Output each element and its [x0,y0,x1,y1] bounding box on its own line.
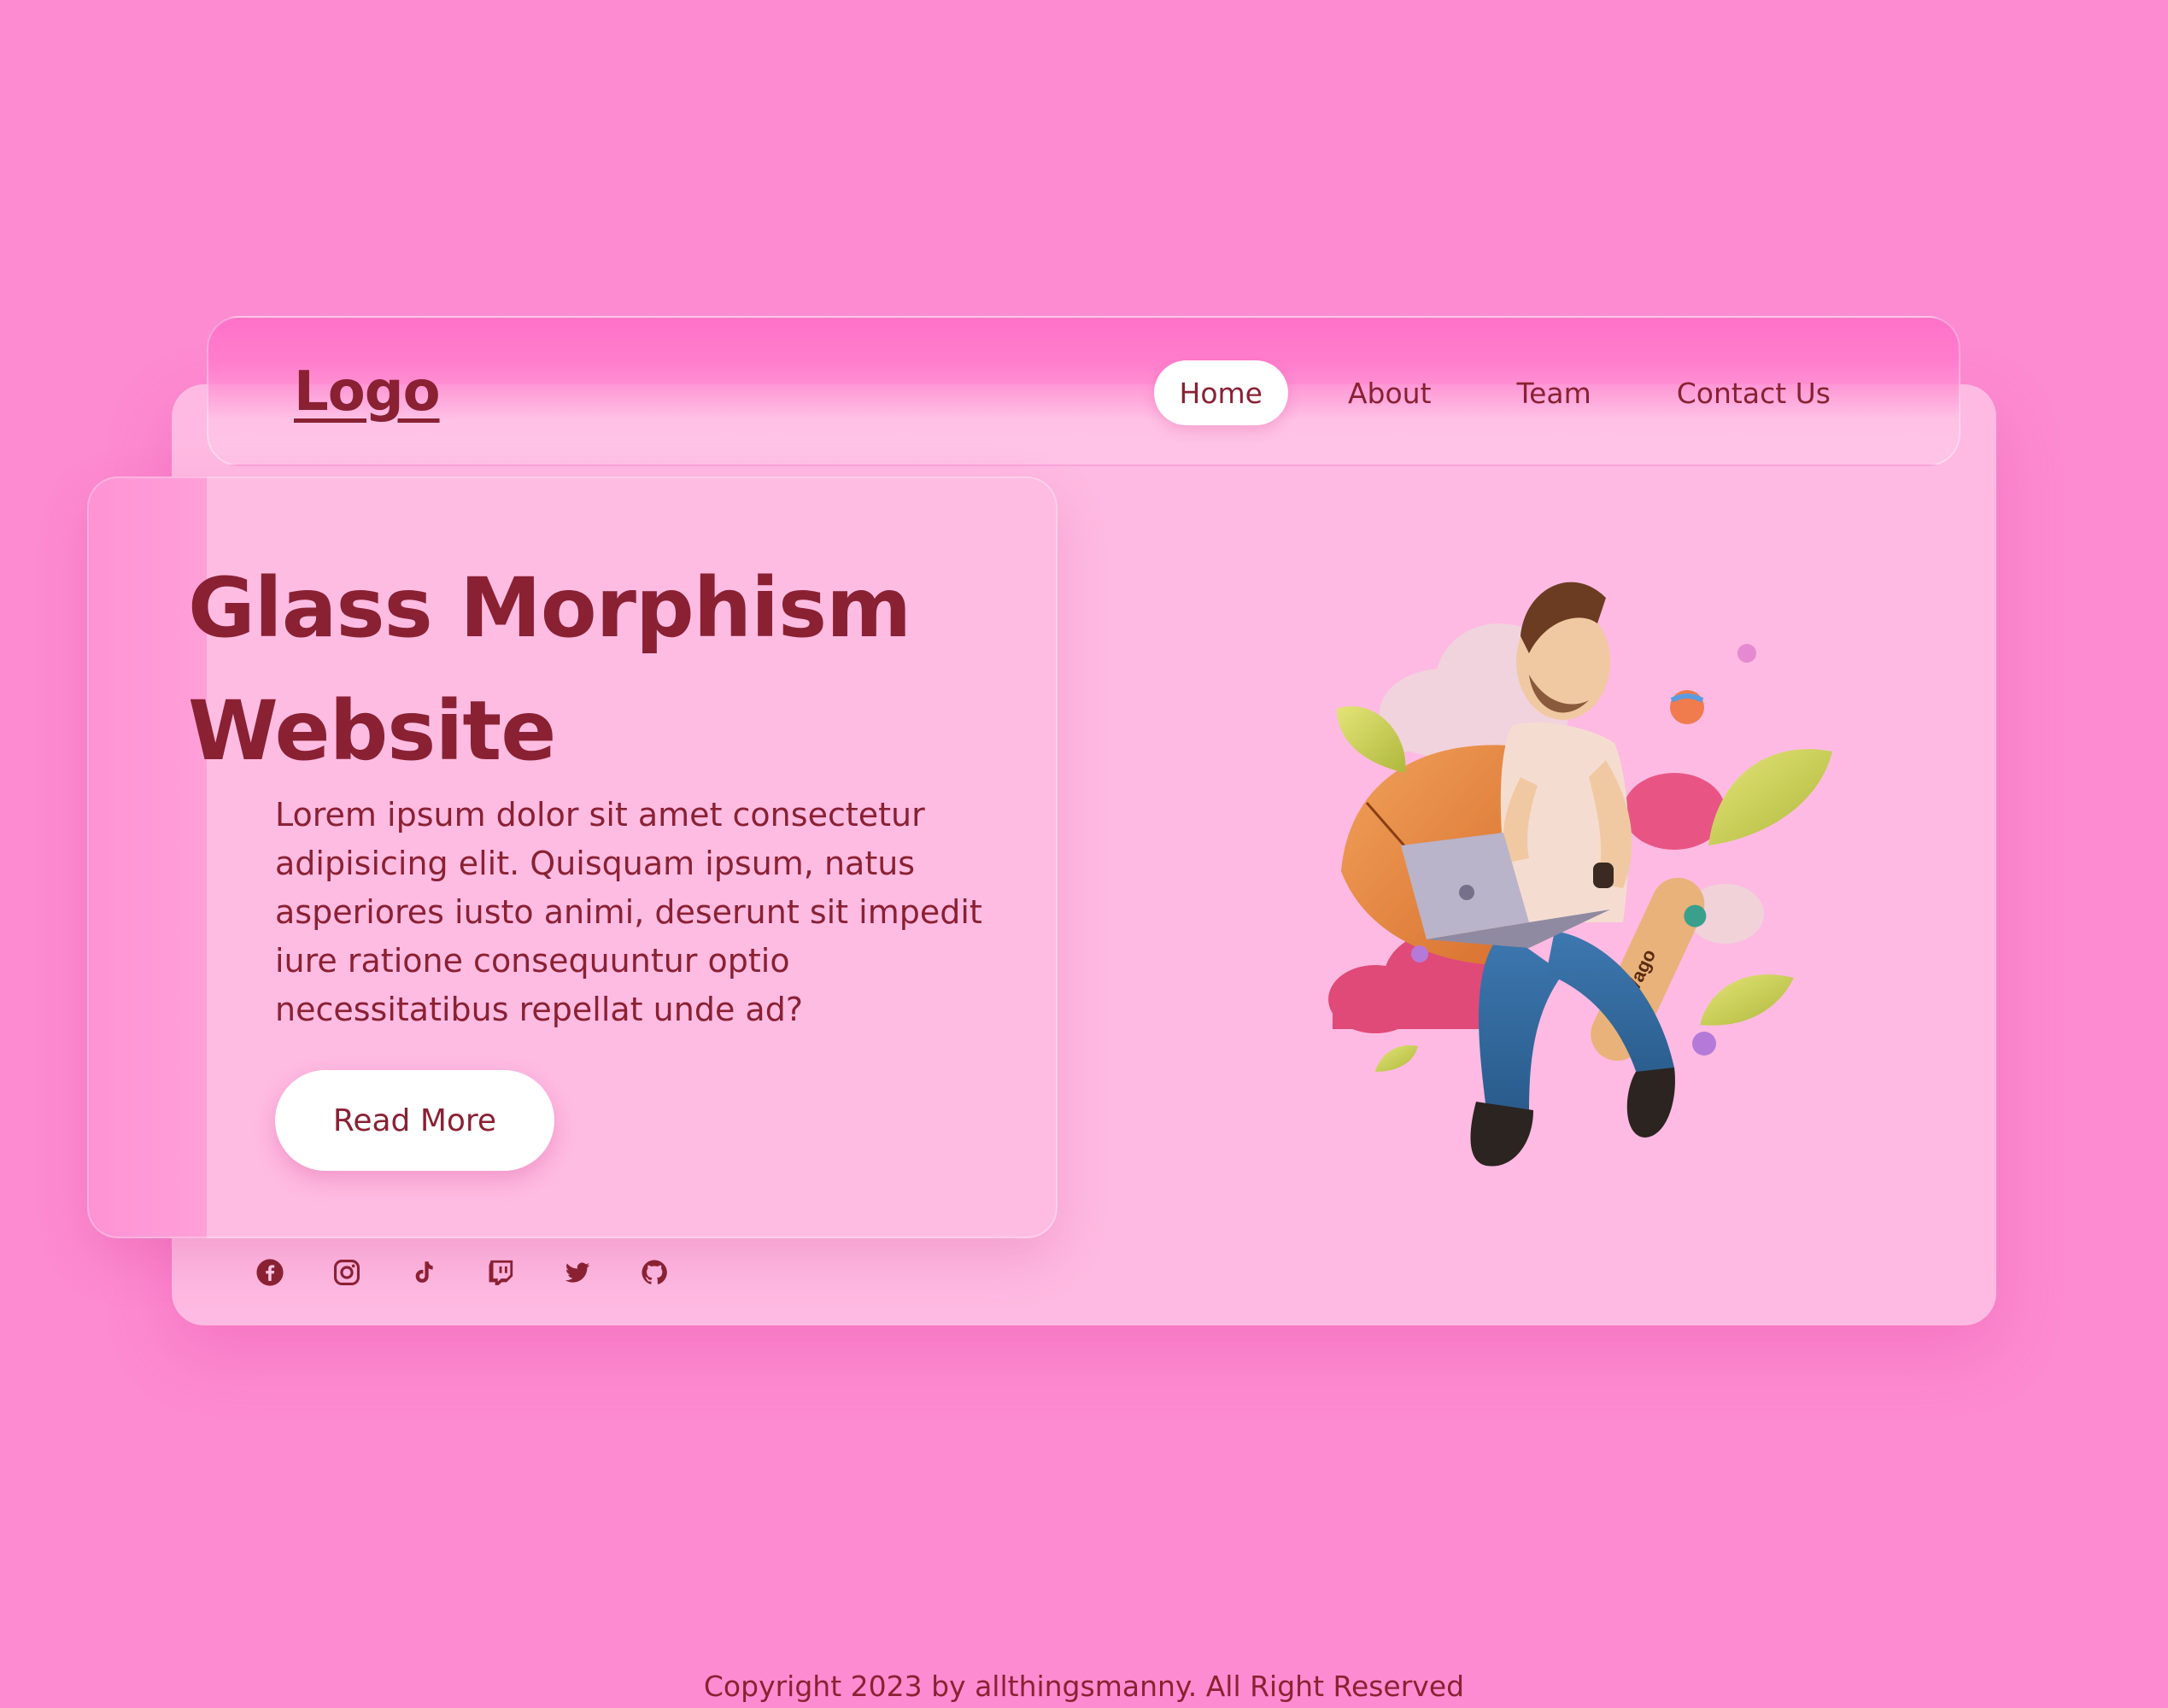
nav-link-team[interactable]: Team [1491,360,1617,425]
leaf-shape [1708,749,1832,845]
ball-shape [1411,945,1428,962]
hero-title: Glass Morphism Website [188,560,911,779]
nav-link-about[interactable]: About [1322,360,1457,425]
facebook-icon[interactable] [253,1255,287,1290]
footer-copyright: Copyright 2023 by allthingsmanny. All Ri… [703,1670,1465,1703]
hero-illustration: Vago [1328,582,1832,1167]
read-more-button[interactable]: Read More [275,1070,554,1171]
leaf-shape [1375,1045,1418,1072]
tiktok-icon[interactable] [407,1255,441,1290]
social-links [253,1255,714,1290]
logo-link[interactable]: Logo [294,360,441,424]
twitter-icon[interactable] [560,1255,595,1290]
nav-link-contact[interactable]: Contact Us [1651,360,1856,425]
leaf-shape [1700,974,1794,1026]
nav-links: Home About Team Contact Us [1120,360,1857,425]
ball-shape [1692,1032,1716,1056]
instagram-icon[interactable] [330,1255,364,1290]
ball-shape [1737,644,1756,663]
twitch-icon[interactable] [483,1255,518,1290]
hero-description: Lorem ipsum dolor sit amet consectetur a… [275,796,982,1028]
page: Logo Home About Team Contact Us Glass Mo… [0,0,2168,1708]
nav-link-home[interactable]: Home [1153,360,1288,425]
github-icon[interactable] [637,1255,671,1290]
navbar: Logo Home About Team Contact Us [207,316,1960,466]
